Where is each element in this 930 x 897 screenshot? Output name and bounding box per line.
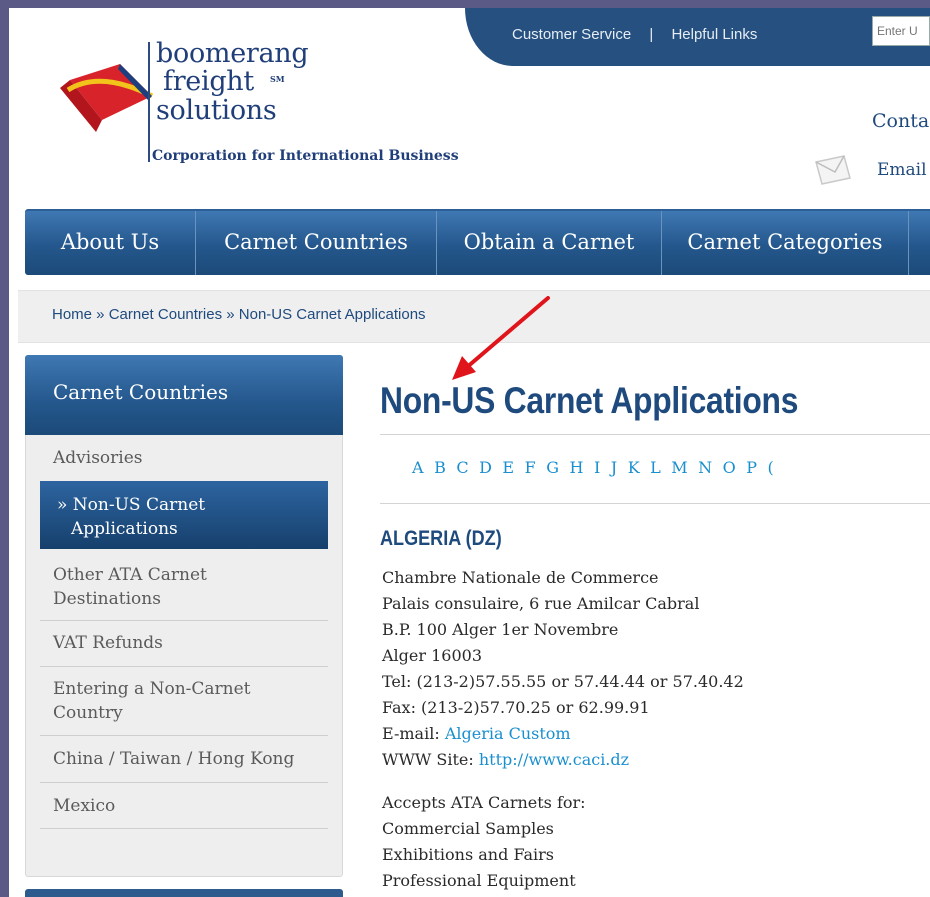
sidebar-item-label: Other ATA Carnet [53,565,207,585]
alphabet-letter-link[interactable]: K [628,458,640,477]
alphabet-letter-link[interactable]: J [611,458,617,477]
sidebar-title: Carnet Countries [53,380,229,404]
window-frame-left [0,0,9,897]
contact-heading: Conta [872,110,930,132]
alphabet-letter-link[interactable]: B [434,458,446,477]
alphabet-letter-link[interactable]: L [650,458,661,477]
annotation-arrow-icon [452,296,550,380]
nav-item-cutoff[interactable] [909,211,930,275]
alphabet-letter-link[interactable]: ( [768,458,774,477]
alphabet-letter-link[interactable]: N [698,458,712,477]
sidebar-item-mexico[interactable]: Mexico [40,783,328,829]
sidebar-item-label: Entering a Non-Carnet [53,679,251,699]
sidebar-item-entering-a-non-carnet-country[interactable]: Entering a Non-Carnet Country [40,667,328,736]
sidebar-item-label-line2: Applications [71,519,178,539]
breadcrumb-separator: » [92,306,109,323]
address-line: Palais consulaire, 6 rue Amilcar Cabral [382,594,700,613]
breadcrumb-separator: » [222,306,239,323]
address-line: B.P. 100 Alger 1er Novembre [382,620,619,639]
alphabet-letter-link[interactable]: M [671,458,687,477]
site-logo[interactable]: boomerang freight SM solutions Corporati… [60,38,470,178]
sidebar-item-advisories[interactable]: Advisories [40,446,328,481]
sidebar-item-other-ata-carnet-destinations[interactable]: Other ATA Carnet Destinations [40,563,328,621]
caci-website-link[interactable]: http://www.caci.dz [479,750,629,769]
window-frame-top [0,0,930,8]
logo-word-solutions: solutions [156,95,277,126]
sidebar-item-label: » Non-US Carnet [57,495,206,515]
alphabet-letter-link[interactable]: E [502,458,514,477]
page-title: Non-US Carnet Applications [380,380,799,421]
breadcrumb: Home » Carnet Countries » Non-US Carnet … [52,306,426,323]
email-line: E-mail: Algeria Custom [382,724,571,743]
envelope-icon[interactable] [814,152,854,186]
divider [380,503,930,504]
accepts-item: Exhibitions and Fairs [382,845,554,864]
sidebar-item-label: Mexico [53,796,116,816]
utility-separator: | [649,26,654,43]
sidebar-item-non-us-carnet-applications[interactable]: » Non-US Carnet Applications [40,481,328,549]
fax-line: Fax: (213-2)57.70.25 or 62.99.91 [382,698,650,717]
helpful-links-link[interactable]: Helpful Links [671,26,757,43]
alphabet-letter-link[interactable]: A [412,458,424,477]
main-navigation: About Us Carnet Countries Obtain a Carne… [25,209,930,275]
divider [380,434,930,435]
logo-tagline: Corporation for International Business [152,148,459,164]
service-mark: SM [270,74,285,84]
logo-divider [148,42,150,162]
sidebar-item-label: VAT Refunds [53,633,163,653]
alphabet-letter-link[interactable]: H [569,458,583,477]
sidebar-item-china-taiwan-hong-kong[interactable]: China / Taiwan / Hong Kong [40,736,328,783]
sidebar-item-label: Advisories [53,448,143,468]
alphabet-letter-link[interactable]: P [746,458,757,477]
alphabet-index: A B C D E F G H I J K L M N O P ( [412,458,784,477]
accepts-heading: Accepts ATA Carnets for: [382,793,586,812]
sidebar-item-label-line2: Destinations [53,589,161,609]
customer-service-link[interactable]: Customer Service [512,26,631,43]
address-line: Chambre Nationale de Commerce [382,568,659,587]
nav-obtain-a-carnet[interactable]: Obtain a Carnet [437,211,662,275]
accepts-item: Professional Equipment [382,871,576,890]
sidebar-item-label-line2: Country [53,703,123,723]
breadcrumb-home[interactable]: Home [52,306,92,323]
sidebar-next-panel-header [25,889,343,897]
alphabet-letter-link[interactable]: F [525,458,536,477]
country-heading: ALGERIA (DZ) [380,527,502,550]
nav-carnet-categories[interactable]: Carnet Categories [662,211,909,275]
address-line: Alger 16003 [382,646,483,665]
utility-links: Customer Service | Helpful Links [512,26,757,43]
sidebar-item-label: China / Taiwan / Hong Kong [53,749,295,769]
nav-about-us[interactable]: About Us [25,211,196,275]
accepts-item: Commercial Samples [382,819,554,838]
breadcrumb-carnet-countries[interactable]: Carnet Countries [109,306,222,323]
algeria-custom-email-link[interactable]: Algeria Custom [445,724,571,743]
email-link[interactable]: Email [877,160,927,180]
alphabet-letter-link[interactable]: D [479,458,492,477]
email-label: E-mail: [382,724,445,743]
logo-word-freight: freight [163,66,254,97]
sidebar-item-vat-refunds[interactable]: VAT Refunds [40,621,328,667]
alphabet-letter-link[interactable]: G [546,458,559,477]
search-input[interactable] [872,16,930,46]
breadcrumb-current: Non-US Carnet Applications [238,306,426,323]
alphabet-letter-link[interactable]: O [723,458,736,477]
phone-line: Tel: (213-2)57.55.55 or 57.44.44 or 57.4… [382,672,744,691]
website-line: WWW Site: http://www.caci.dz [382,750,629,769]
alphabet-letter-link[interactable]: C [456,458,468,477]
nav-carnet-countries[interactable]: Carnet Countries [196,211,437,275]
boomerang-logo-icon [60,64,154,132]
alphabet-letter-link[interactable]: I [594,458,600,477]
logo-word-boomerang: boomerang [156,38,309,69]
website-label: WWW Site: [382,750,479,769]
